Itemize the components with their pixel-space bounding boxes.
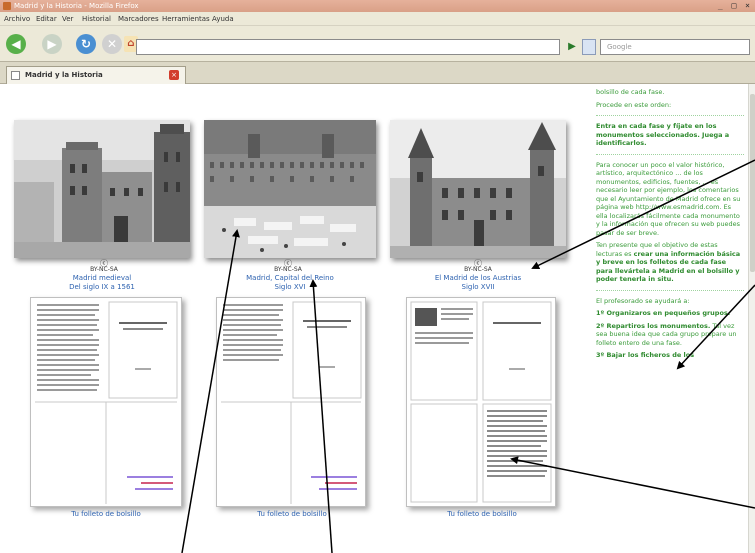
sidebar-divider <box>596 153 744 155</box>
caption-madrid-medieval[interactable]: Madrid medieval Del siglo IX a 1561 <box>17 274 187 292</box>
menu-bar: Archivo Editar Ver Historial Marcadores … <box>0 12 755 26</box>
caption-madrid-austrias[interactable]: El Madrid de los Austrias Siglo XVII <box>393 274 563 292</box>
caption-title[interactable]: El Madrid de los Austrias <box>393 274 563 283</box>
firefox-window: Madrid y la Historia - Mozilla Firefox _… <box>0 0 755 553</box>
sidebar-text: Procede en este orden: <box>596 100 672 109</box>
page-icon <box>11 71 20 80</box>
instructions-sidebar: bolsillo de cada fase. Procede en este o… <box>590 84 748 553</box>
sidebar-step: 3º Bajar los ficheros de los <box>596 351 695 359</box>
caption-period[interactable]: Siglo XVI <box>205 283 375 292</box>
booklet-caption-1[interactable]: Tu folleto de bolsillo <box>26 510 186 519</box>
sidebar-text: bolsillo de cada fase. <box>596 88 665 96</box>
menu-editar[interactable]: Editar <box>36 12 57 26</box>
booklet-thumbnail-1[interactable] <box>30 297 182 507</box>
sidebar-divider <box>596 115 744 116</box>
photo-madrid-medieval[interactable] <box>14 120 190 258</box>
url-bar[interactable] <box>136 39 560 55</box>
caption-period[interactable]: Del siglo IX a 1561 <box>17 283 187 292</box>
menu-archivo[interactable]: Archivo <box>4 12 30 26</box>
cc-license-icon-1: ⓒ BY-NC-SA <box>84 260 124 273</box>
caption-title[interactable]: Madrid medieval <box>17 274 187 283</box>
menu-marcadores[interactable]: Marcadores <box>118 12 159 26</box>
sidebar-step: 2º Repartiros los monumentos. Tal vez se… <box>596 322 744 348</box>
window-controls[interactable]: _ □ × <box>718 1 752 11</box>
sidebar-divider <box>596 289 744 291</box>
sidebar-objective: Ten presente que el objetivo de estas le… <box>596 241 744 284</box>
stop-icon[interactable]: ✕ <box>102 34 122 54</box>
search-placeholder: Google <box>607 43 632 51</box>
sidebar-text: Para conocer un poco el valor histórico,… <box>596 160 741 237</box>
booklet-thumbnail-3[interactable] <box>406 297 556 507</box>
cc-license-text-3: BY-NC-SA <box>464 266 492 273</box>
sidebar-emphasis: 2º Repartiros los monumentos. <box>596 321 711 330</box>
cc-license-icon-2: ⓒ BY-NC-SA <box>268 260 308 273</box>
photo-madrid-austrias[interactable] <box>390 120 566 258</box>
menu-herramientas[interactable]: Herramientas <box>162 12 210 26</box>
firefox-app-icon <box>3 2 11 10</box>
menu-ayuda[interactable]: Ayuda <box>212 12 234 26</box>
cc-license-icon-3: ⓒ BY-NC-SA <box>458 260 498 273</box>
tab-strip: Madrid y la Historia × <box>0 62 755 84</box>
cc-license-text-1: BY-NC-SA <box>90 266 118 273</box>
caption-period[interactable]: Siglo XVII <box>393 283 563 292</box>
sidebar-instruction: Entra en cada fase y fíjate en los monum… <box>596 122 730 147</box>
booklet-caption-3[interactable]: Tu folleto de bolsillo <box>402 510 562 519</box>
scrollbar-thumb[interactable] <box>750 94 755 272</box>
sidebar-step: 1º Organizaros en pequeños grupos. <box>596 309 731 317</box>
forward-arrow-icon[interactable]: ▶ <box>42 34 62 54</box>
sidebar-text: El profesorado se ayudará a: <box>596 296 690 305</box>
search-input[interactable]: Google <box>600 39 750 55</box>
booklet-caption-2[interactable]: Tu folleto de bolsillo <box>212 510 372 519</box>
menu-historial[interactable]: Historial <box>82 12 111 26</box>
title-bar: Madrid y la Historia - Mozilla Firefox _… <box>0 0 755 12</box>
vertical-scrollbar[interactable] <box>748 84 755 553</box>
cc-license-text-2: BY-NC-SA <box>274 266 302 273</box>
photo-madrid-capital[interactable] <box>204 120 376 258</box>
caption-title[interactable]: Madrid, Capital del Reino <box>205 274 375 283</box>
menu-ver[interactable]: Ver <box>62 12 73 26</box>
tab-madrid-historia[interactable]: Madrid y la Historia × <box>6 66 186 84</box>
booklet-thumbnail-2[interactable] <box>216 297 366 507</box>
tab-label: Madrid y la Historia <box>25 71 103 79</box>
caption-madrid-capital[interactable]: Madrid, Capital del Reino Siglo XVI <box>205 274 375 292</box>
window-title: Madrid y la Historia - Mozilla Firefox <box>14 2 139 10</box>
navigation-toolbar: ◀ ▶ ↻ ✕ ⌂ ▶ Google <box>0 26 755 62</box>
close-tab-icon[interactable]: × <box>169 70 179 80</box>
go-arrow-icon[interactable]: ▶ <box>565 39 579 55</box>
reload-icon[interactable]: ↻ <box>76 34 96 54</box>
back-arrow-icon[interactable]: ◀ <box>6 34 26 54</box>
search-engine-icon[interactable] <box>582 39 596 55</box>
page-content: ⓒ BY-NC-SA ⓒ BY-NC-SA ⓒ BY-NC-SA Madrid med… <box>0 84 755 553</box>
